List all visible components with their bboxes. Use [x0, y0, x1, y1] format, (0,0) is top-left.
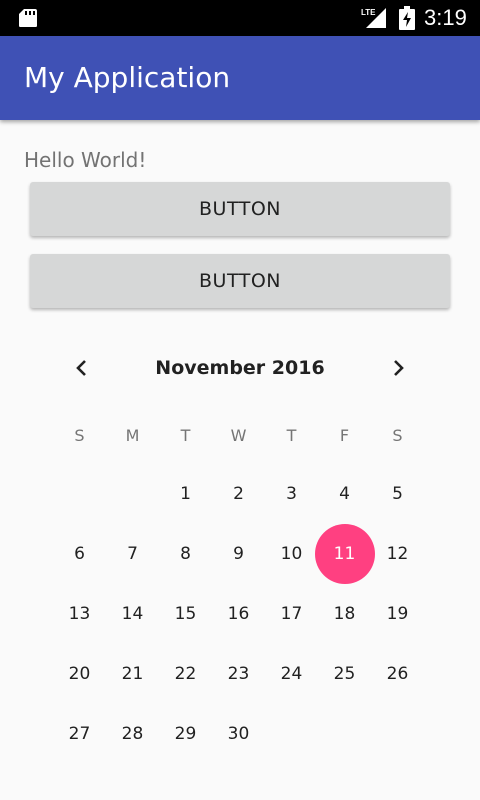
next-month-button[interactable] — [378, 348, 418, 388]
weekday-label: S — [74, 426, 85, 445]
calendar-day[interactable]: 22 — [159, 644, 212, 704]
day-number: 22 — [174, 664, 197, 684]
calendar-day[interactable]: 20 — [53, 644, 106, 704]
calendar-day[interactable]: 1 — [159, 464, 212, 524]
day-number: 5 — [392, 484, 403, 504]
weekday-label: S — [392, 426, 403, 445]
calendar-day[interactable]: 17 — [265, 584, 318, 644]
calendar-day[interactable]: 16 — [212, 584, 265, 644]
day-number: 19 — [386, 604, 409, 624]
battery-icon — [399, 6, 415, 30]
calendar-view: November 2016 SMTWTFS 1 2 3 4 5 6 7 8 9 10 11 12 13 1… — [0, 330, 480, 790]
day-number: 17 — [280, 604, 303, 624]
calendar-day[interactable]: 14 — [106, 584, 159, 644]
sd-card-icon — [19, 9, 37, 27]
day-number: 9 — [233, 544, 244, 564]
calendar-day[interactable]: 25 — [318, 644, 371, 704]
day-number: 3 — [286, 484, 297, 504]
day-number: 12 — [386, 544, 409, 564]
calendar-day[interactable]: 24 — [265, 644, 318, 704]
calendar-day[interactable]: 4 — [318, 464, 371, 524]
day-number: 2 — [233, 484, 244, 504]
calendar-day[interactable]: 12 — [371, 524, 424, 584]
svg-text:LTE: LTE — [361, 8, 376, 17]
second-button[interactable]: BUTTON — [30, 254, 450, 308]
calendar-day[interactable]: 18 — [318, 584, 371, 644]
calendar-day[interactable]: 29 — [159, 704, 212, 764]
day-number: 14 — [121, 604, 144, 624]
chevron-right-icon — [394, 360, 404, 376]
lte-signal-icon: LTE — [361, 8, 386, 28]
calendar-day[interactable]: 21 — [106, 644, 159, 704]
weekday-label: F — [339, 426, 350, 445]
day-number: 15 — [174, 604, 197, 624]
weekday-label: W — [230, 426, 247, 445]
chevron-left-icon — [76, 360, 86, 376]
calendar-day[interactable]: 8 — [159, 524, 212, 584]
day-number: 23 — [227, 664, 250, 684]
calendar-day[interactable]: 19 — [371, 584, 424, 644]
calendar-day[interactable]: 23 — [212, 644, 265, 704]
day-number: 28 — [121, 724, 144, 744]
weekday-label: M — [125, 426, 140, 445]
first-button[interactable]: BUTTON — [30, 182, 450, 236]
calendar-day[interactable]: 13 — [53, 584, 106, 644]
day-number: 18 — [333, 604, 356, 624]
day-number: 16 — [227, 604, 250, 624]
calendar-day[interactable]: 5 — [371, 464, 424, 524]
calendar-day[interactable]: 27 — [53, 704, 106, 764]
calendar-day[interactable]: 9 — [212, 524, 265, 584]
day-number: 7 — [127, 544, 138, 564]
day-number: 4 — [339, 484, 350, 504]
day-number: 20 — [68, 664, 91, 684]
calendar-day[interactable]: 7 — [106, 524, 159, 584]
day-number: 8 — [180, 544, 191, 564]
day-number: 24 — [280, 664, 303, 684]
day-number: 6 — [74, 544, 85, 564]
status-clock: 3:19 — [424, 5, 467, 30]
day-number: 29 — [174, 724, 197, 744]
weekday-label: T — [286, 426, 297, 445]
day-number: 21 — [121, 664, 144, 684]
previous-month-button[interactable] — [62, 348, 102, 388]
calendar-day[interactable]: 3 — [265, 464, 318, 524]
day-number: 30 — [227, 724, 250, 744]
calendar-day[interactable]: 15 — [159, 584, 212, 644]
calendar-day[interactable]: 10 — [265, 524, 318, 584]
calendar-day[interactable]: 2 — [212, 464, 265, 524]
hello-text: Hello World! — [24, 148, 147, 172]
calendar-day[interactable]: 30 — [212, 704, 265, 764]
app-title: My Application — [24, 61, 231, 94]
calendar-month-label: November 2016 — [155, 357, 325, 379]
day-number: 10 — [280, 544, 303, 564]
selected-day[interactable]: 11 — [315, 524, 375, 584]
calendar-day[interactable]: 28 — [106, 704, 159, 764]
day-number: 27 — [68, 724, 91, 744]
day-number: 1 — [180, 484, 191, 504]
day-number: 26 — [386, 664, 409, 684]
calendar-day[interactable]: 26 — [371, 644, 424, 704]
day-number: 11 — [333, 544, 356, 564]
day-number: 13 — [68, 604, 91, 624]
status-bar: LTE 3:19 — [0, 0, 480, 36]
calendar-day[interactable]: 6 — [53, 524, 106, 584]
day-number: 25 — [333, 664, 356, 684]
app-bar: My Application — [0, 36, 480, 120]
weekday-label: T — [180, 426, 191, 445]
